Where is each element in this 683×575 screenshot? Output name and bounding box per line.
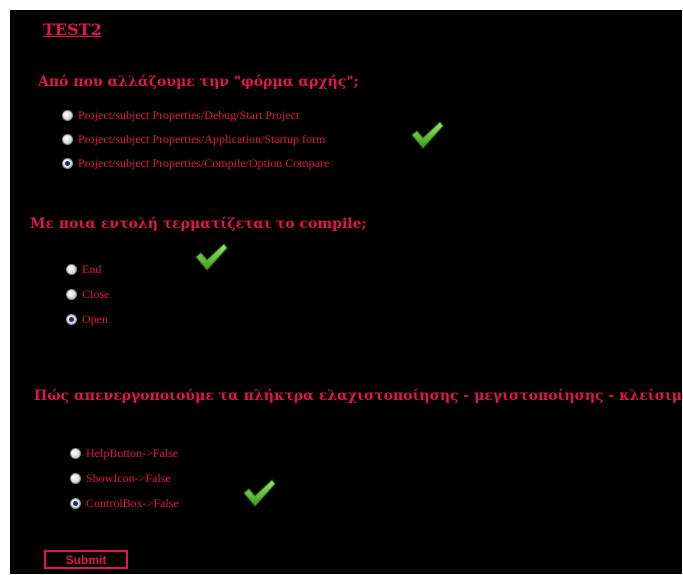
question-3: Πώς απενεργοποιούμε τα πλήκτρα ελαχιστοπ… xyxy=(34,388,683,404)
quiz-panel: TEST2 Από που αλλάζουμε την "φόρμα αρχής… xyxy=(10,10,683,574)
question-3-option-1[interactable]: HelpButton->False xyxy=(70,446,178,461)
correct-checkmark-icon xyxy=(195,243,228,271)
question-1: Από που αλλάζουμε την "φόρμα αρχής"; xyxy=(38,74,359,90)
correct-checkmark-icon xyxy=(411,121,444,149)
radio-button-selected[interactable] xyxy=(70,498,81,509)
option-label: Close xyxy=(82,287,110,301)
correct-checkmark-icon xyxy=(243,479,276,507)
question-2: Με ποια εντολή τερματίζεται το compile; xyxy=(30,216,367,232)
radio-button[interactable] xyxy=(70,448,81,459)
radio-button[interactable] xyxy=(66,264,77,275)
option-label: HelpButton->False xyxy=(86,446,179,460)
question-2-option-1[interactable]: End xyxy=(66,262,101,277)
option-label: ControlBox->False xyxy=(86,496,179,510)
question-1-option-2[interactable]: Project/subject Properties/Application/S… xyxy=(62,132,325,147)
question-1-option-1[interactable]: Project/subject Properties/Debug/Start P… xyxy=(62,108,299,123)
option-label: Project/subject Properties/Compile/Optio… xyxy=(78,156,330,170)
option-label: End xyxy=(82,262,102,276)
radio-button-selected[interactable] xyxy=(62,158,73,169)
question-1-option-3[interactable]: Project/subject Properties/Compile/Optio… xyxy=(62,156,329,171)
radio-button[interactable] xyxy=(66,289,77,300)
option-label: Project/subject Properties/Debug/Start P… xyxy=(78,108,300,122)
submit-button[interactable]: Submit xyxy=(44,550,128,569)
question-3-option-2[interactable]: ShowIcon->False xyxy=(70,471,171,486)
question-2-option-3[interactable]: Open xyxy=(66,312,108,327)
question-3-option-3[interactable]: ControlBox->False xyxy=(70,496,179,511)
radio-button[interactable] xyxy=(70,473,81,484)
radio-button[interactable] xyxy=(62,134,73,145)
question-2-option-2[interactable]: Close xyxy=(66,287,109,302)
option-label: ShowIcon->False xyxy=(86,471,171,485)
option-label: Open xyxy=(82,312,108,326)
option-label: Project/subject Properties/Application/S… xyxy=(78,132,326,146)
radio-button-selected[interactable] xyxy=(66,314,77,325)
page-title: TEST2 xyxy=(43,20,102,39)
radio-button[interactable] xyxy=(62,110,73,121)
